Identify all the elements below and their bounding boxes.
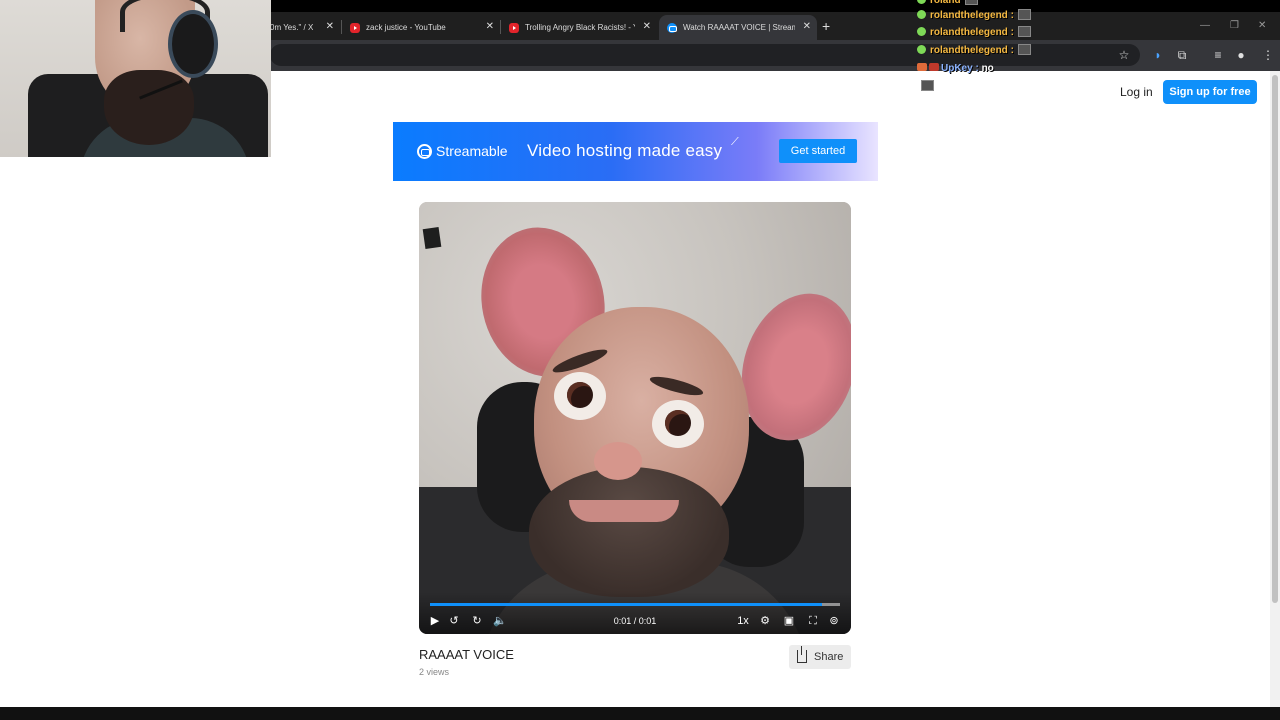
bottom-bar xyxy=(0,707,1280,720)
user-badge-icon xyxy=(917,10,926,19)
chat-message: rolandthelegend : xyxy=(917,9,1031,23)
emote-icon xyxy=(964,0,978,5)
progress-bar[interactable] xyxy=(430,603,840,606)
extensions-icon[interactable]: ⧉ xyxy=(1174,47,1190,63)
eye-left xyxy=(554,372,606,420)
rewind-icon[interactable]: ↺ xyxy=(447,614,461,628)
bookmark-star-icon[interactable]: ☆ xyxy=(1116,47,1132,63)
user-badge-icon xyxy=(929,63,939,71)
progress-fill xyxy=(430,603,822,606)
chat-message: rolandthelegend : xyxy=(917,44,1031,58)
wall-mark xyxy=(422,226,442,250)
menu-kebab-icon[interactable]: ⋮ xyxy=(1260,47,1276,63)
chat-text: no xyxy=(981,63,994,74)
headset-earcup xyxy=(168,10,218,78)
tab-title: zack justice - YouTube xyxy=(366,23,446,32)
restore-icon[interactable]: ❐ xyxy=(1230,20,1239,31)
tab-title: Watch RAAAAT VOICE | Stream xyxy=(683,23,795,32)
tab-close-icon[interactable]: ✕ xyxy=(803,21,811,32)
media-control-icon[interactable]: ≡ xyxy=(1210,47,1226,63)
new-tab-button[interactable]: + xyxy=(822,18,830,34)
share-button[interactable]: Share xyxy=(789,645,851,669)
get-started-button[interactable]: Get started xyxy=(779,139,857,163)
window-close-icon[interactable]: ✕ xyxy=(1258,20,1266,31)
beard xyxy=(529,467,729,597)
eye-right xyxy=(652,400,704,448)
banner-brand: Streamable xyxy=(436,143,508,159)
screen: 0m Yes." / X ✕ zack justice - YouTube ✕ … xyxy=(0,0,1280,720)
tab-youtube-trolling[interactable]: Trolling Angry Black Racists! - Y ✕ xyxy=(501,15,657,40)
share-label: Share xyxy=(814,651,844,663)
emote-icon xyxy=(921,80,934,91)
signup-button[interactable]: Sign up for free xyxy=(1163,80,1257,104)
nose xyxy=(594,442,642,480)
chat-username: rolandthelegend xyxy=(930,10,1008,21)
fullscreen-icon[interactable]: ⛶ xyxy=(806,614,820,628)
time-display: 0:01 / 0:01 xyxy=(613,616,657,626)
youtube-icon xyxy=(509,22,519,33)
vertical-scrollbar[interactable] xyxy=(1270,71,1280,707)
tab-close-icon[interactable]: ✕ xyxy=(486,21,494,32)
tab-x[interactable]: 0m Yes." / X ✕ xyxy=(262,15,340,40)
tab-youtube-zack[interactable]: zack justice - YouTube ✕ xyxy=(342,15,500,40)
volume-icon[interactable]: 🔈 xyxy=(493,614,507,628)
emote-icon xyxy=(1017,26,1031,37)
emote-icon xyxy=(1017,9,1031,20)
share-icon xyxy=(797,646,807,663)
banner-tagline: Video hosting made easy xyxy=(527,141,723,160)
stream-chat-overlay: roland rolandthelegend : rolandthelegend… xyxy=(917,0,1117,100)
streamable-logo-icon xyxy=(417,144,432,159)
picture-in-picture-icon[interactable]: ▣ xyxy=(782,614,796,628)
chat-username: roland xyxy=(930,0,961,6)
tab-close-icon[interactable]: ✕ xyxy=(326,21,334,32)
view-count: 2 views xyxy=(419,667,450,677)
scrollbar-thumb[interactable] xyxy=(1272,75,1278,603)
user-badge-icon xyxy=(917,63,927,71)
video-player[interactable]: ▶ ↺ ↻ 🔈 0:01 / 0:01 1x ⚙ ▣ ⛶ ⊚ xyxy=(419,202,851,634)
tab-title: Trolling Angry Black Racists! - Y xyxy=(525,23,635,32)
minimize-icon[interactable]: — xyxy=(1200,20,1210,31)
emote-icon xyxy=(1017,44,1031,55)
tab-title: 0m Yes." / X xyxy=(270,23,314,32)
tab-streamable[interactable]: Watch RAAAAT VOICE | Stream ✕ xyxy=(659,15,817,40)
forward-icon[interactable]: ↻ xyxy=(470,614,484,628)
mouth xyxy=(569,500,679,522)
user-badge-icon xyxy=(917,45,926,54)
chat-username: rolandthelegend xyxy=(930,45,1008,56)
streamable-icon xyxy=(667,22,677,33)
play-icon[interactable]: ▶ xyxy=(429,614,441,628)
read-aloud-icon[interactable]: ◗ xyxy=(1150,47,1166,63)
chat-message xyxy=(917,80,934,94)
speed-button[interactable]: 1x xyxy=(735,614,751,628)
streamable-logo-icon[interactable]: ⊚ xyxy=(827,614,841,628)
video-title: RAAAAT VOICE xyxy=(419,647,514,662)
chat-message: roland xyxy=(917,0,978,8)
profile-avatar[interactable]: ● xyxy=(1233,47,1249,63)
sparkle-icon: ⟋ xyxy=(731,136,739,148)
chat-message: rolandthelegend : xyxy=(917,26,1031,40)
user-badge-icon xyxy=(917,0,926,4)
tab-close-icon[interactable]: ✕ xyxy=(643,21,651,32)
settings-gear-icon[interactable]: ⚙ xyxy=(758,614,772,628)
user-badge-icon xyxy=(917,27,926,36)
chat-username: rolandthelegend xyxy=(930,27,1008,38)
player-controls: ▶ ↺ ↻ 🔈 0:01 / 0:01 1x ⚙ ▣ ⛶ ⊚ xyxy=(419,592,851,634)
login-link[interactable]: Log in xyxy=(1120,81,1153,103)
promo-banner[interactable]: Streamable Video hosting made easy ⟋ Get… xyxy=(393,122,878,181)
chat-message: UpKey : no xyxy=(917,62,994,76)
youtube-icon xyxy=(350,22,360,33)
chat-username: UpKey xyxy=(941,63,973,74)
webcam-overlay xyxy=(0,0,271,157)
